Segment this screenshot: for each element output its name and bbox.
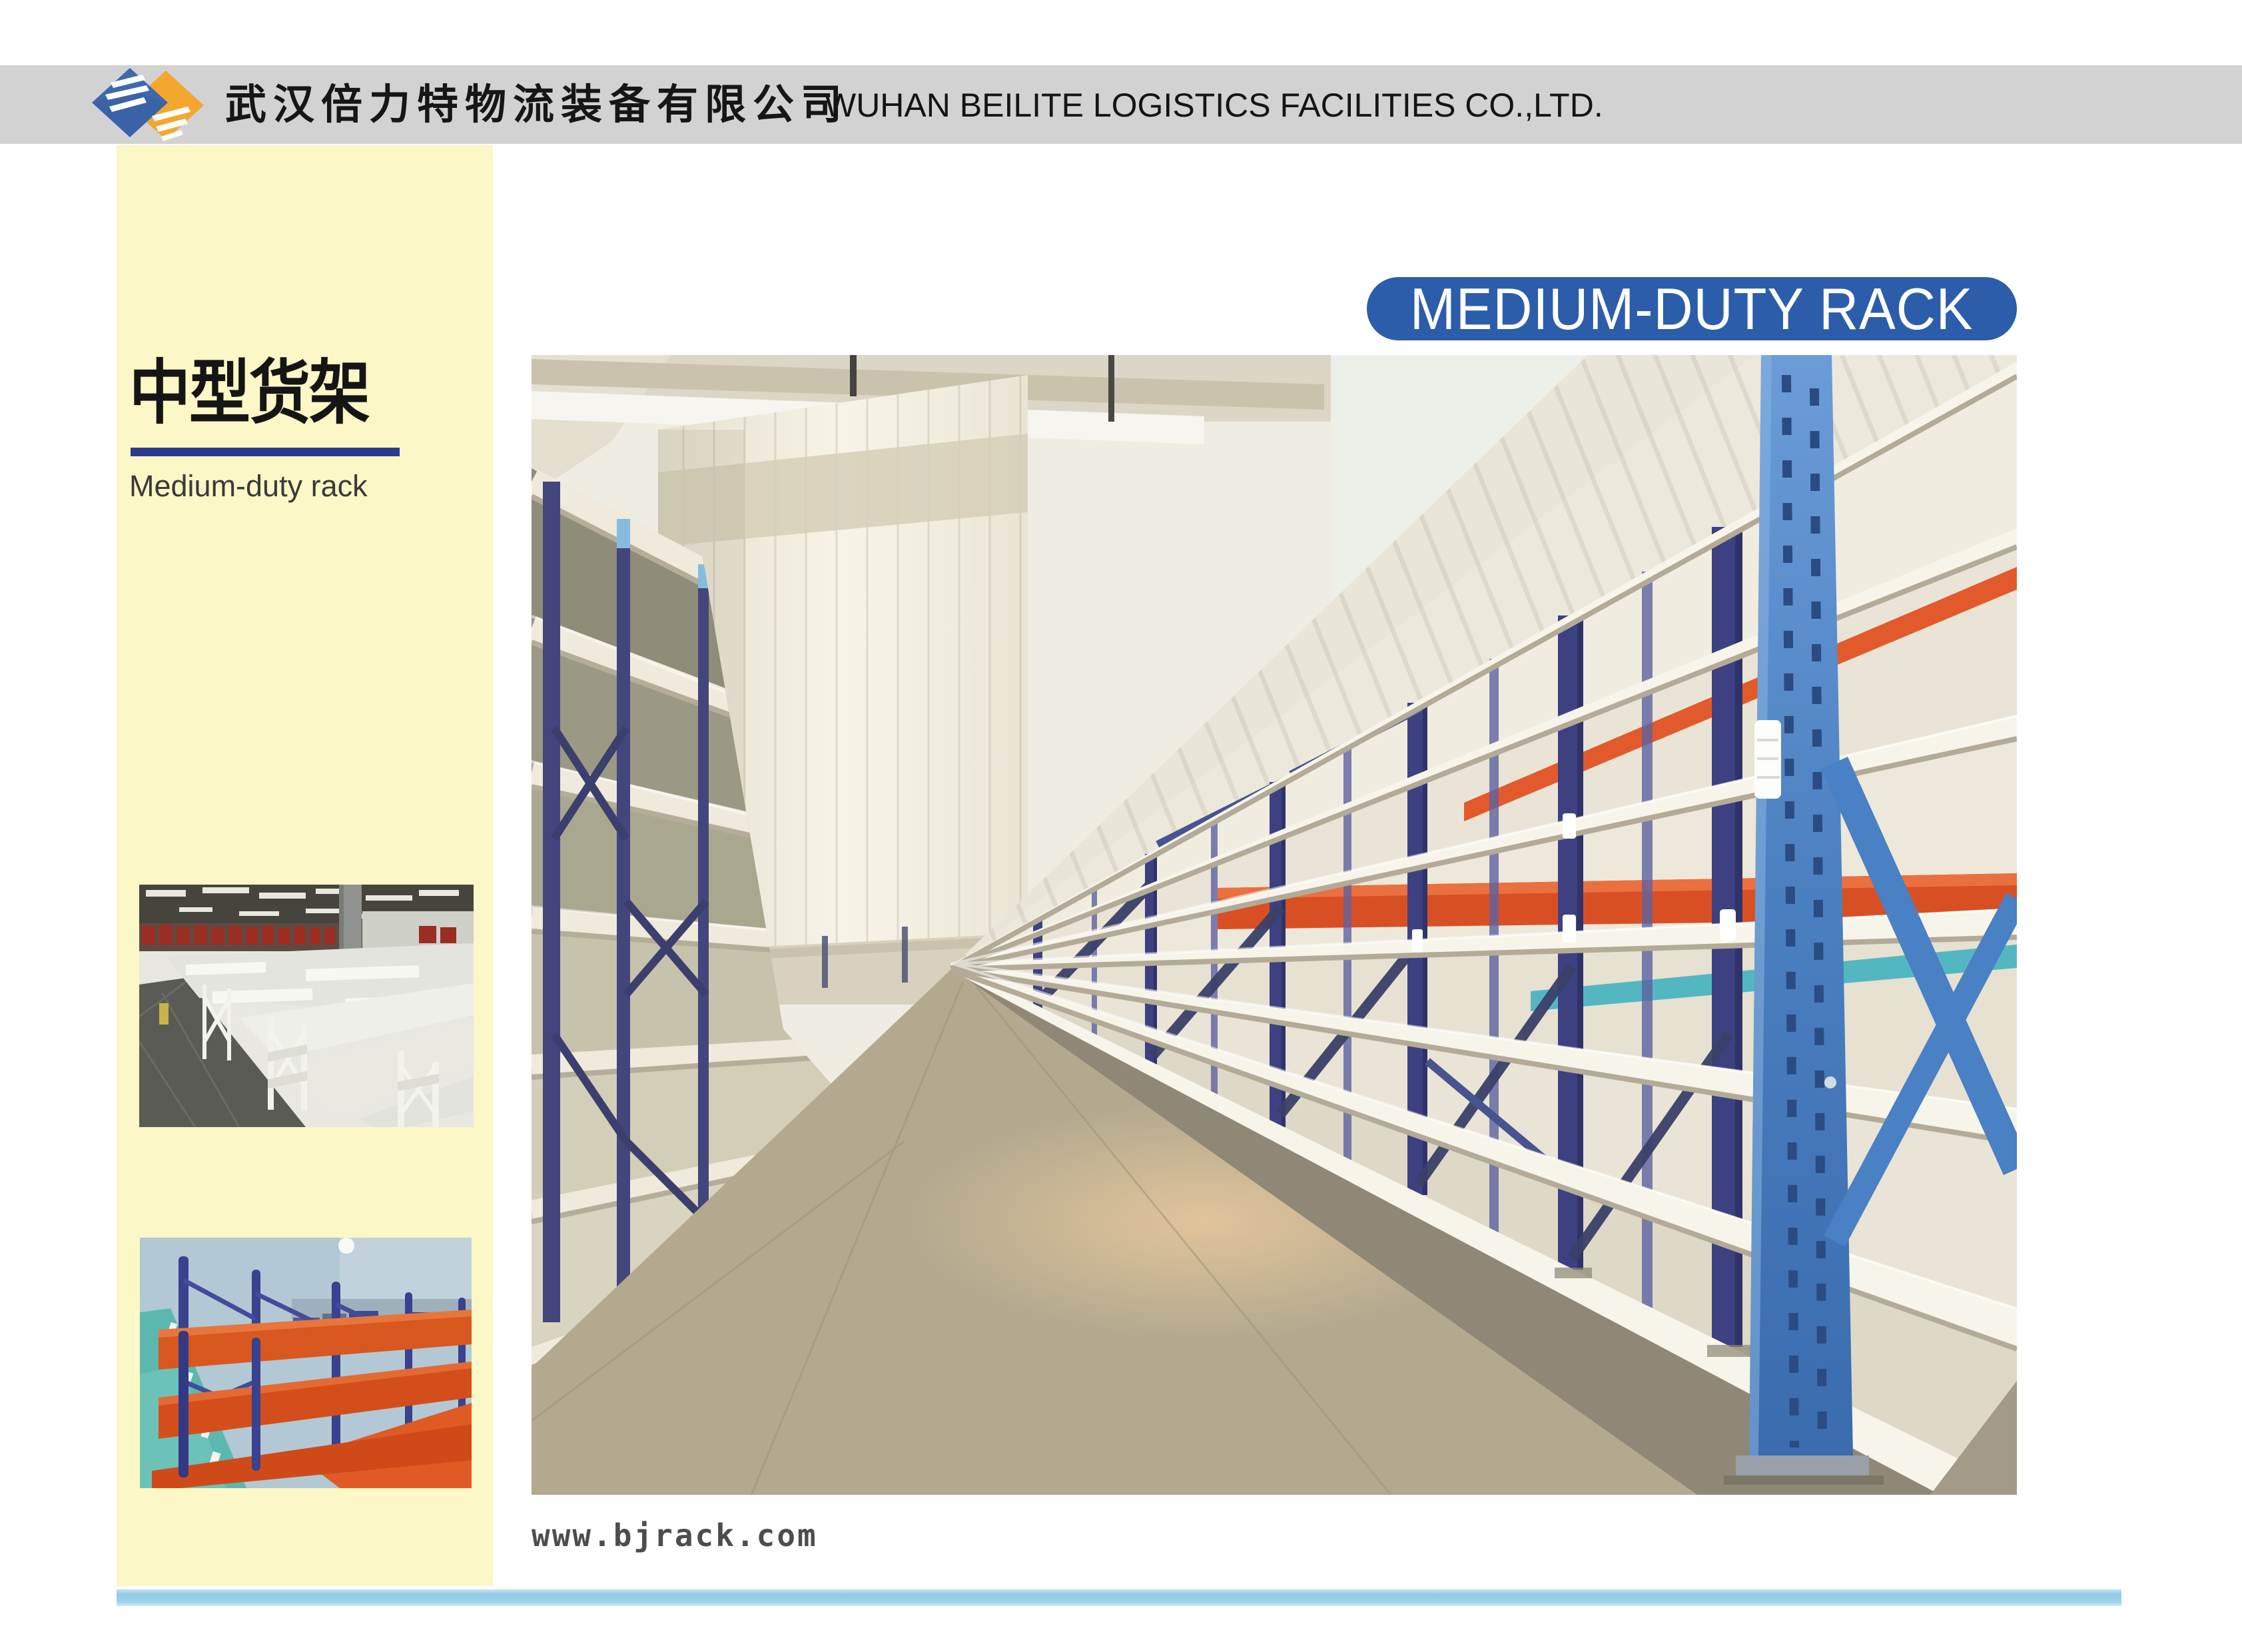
main-warehouse-photo [532, 355, 2017, 1495]
title-divider [131, 448, 400, 456]
warehouse-aisle-image [532, 355, 2017, 1495]
footer-rule [117, 1589, 2121, 1606]
sidebar-title-en: Medium-duty rack [129, 469, 368, 504]
medium-duty-rack-badge: MEDIUM-DUTY RACK [1367, 277, 2017, 340]
company-name-en: WUHAN BEILITE LOGISTICS FACILITIES CO.,L… [825, 65, 1603, 144]
white-rack-thumbnail-image [139, 885, 474, 1127]
sidebar: 中型货架 Medium-duty rack [117, 145, 493, 1586]
website-text: www.bjrack.com [532, 1517, 818, 1553]
thumbnail-orange-rack-photo [140, 1238, 472, 1488]
badge-label: MEDIUM-DUTY RACK [1410, 275, 1973, 343]
orange-rack-thumbnail-image [140, 1238, 472, 1488]
sidebar-title-zh: 中型货架 [129, 336, 369, 438]
thumbnail-white-rack-photo [139, 885, 474, 1127]
company-name-zh: 武汉倍力特物流装备有限公司 [225, 65, 849, 144]
company-logo-icon [91, 68, 205, 144]
